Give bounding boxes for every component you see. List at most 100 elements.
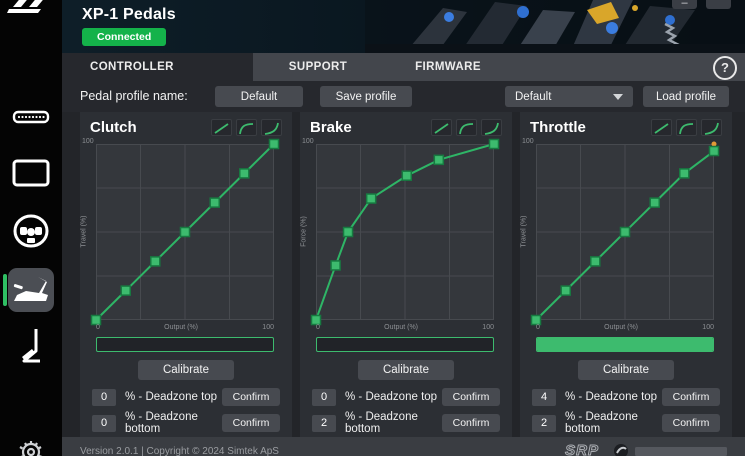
deadzone-bottom-value[interactable]: 0: [92, 415, 116, 432]
deadzone-bottom-confirm-button[interactable]: Confirm: [442, 414, 500, 432]
deadzone-top-confirm-button[interactable]: Confirm: [222, 388, 280, 406]
deadzone-bottom-confirm-button[interactable]: Confirm: [222, 414, 280, 432]
tab-support[interactable]: SUPPORT: [253, 53, 383, 81]
curve-preset-linear-button[interactable]: [211, 119, 232, 136]
convex-curve-icon: [483, 122, 500, 135]
footer-logos: SRP: [565, 442, 733, 456]
profile-select-value: Default: [515, 91, 551, 103]
deadzone-top-value[interactable]: 0: [92, 389, 116, 406]
minimize-button[interactable]: –: [672, 0, 697, 9]
x-axis-min-tick: 0: [96, 324, 100, 331]
panel-brake: Brake 100 Force (%) 0: [300, 112, 512, 437]
deadzone-bottom-label: % - Deadzone bottom: [345, 411, 442, 435]
calibrate-button[interactable]: Calibrate: [358, 360, 454, 380]
x-axis-max-tick: 100: [702, 324, 714, 331]
linear-curve-icon: [213, 122, 230, 135]
pedal-baseplate-icon: [12, 109, 50, 125]
throttle-curve-chart[interactable]: [536, 144, 714, 320]
sidebar-item-baseplate[interactable]: [0, 104, 62, 130]
steering-wheel-icon: [11, 214, 51, 248]
pedal-panels: Clutch 100 Travel (%): [80, 112, 732, 437]
footer: Version 2.0.1 | Copyright © 2024 Simtek …: [62, 437, 745, 456]
panel-clutch: Clutch 100 Travel (%): [80, 112, 292, 437]
load-profile-button[interactable]: Load profile: [643, 86, 729, 107]
sidebar-item-pedal[interactable]: [0, 326, 62, 368]
x-axis-min-tick: 0: [536, 324, 540, 331]
deadzone-top-value[interactable]: 0: [312, 389, 336, 406]
close-button[interactable]: [706, 0, 731, 9]
deadzone-bottom-confirm-button[interactable]: Confirm: [662, 414, 720, 432]
x-axis-label: Output (%): [604, 324, 638, 331]
curve-preset-convex-button[interactable]: [701, 119, 722, 136]
chart-zone: 100 Travel (%) 0 Output (%) 100: [520, 136, 732, 346]
y-axis-label: Travel (%): [81, 202, 88, 262]
deadzone-top-confirm-button[interactable]: Confirm: [662, 388, 720, 406]
sidebar-item-settings[interactable]: [0, 436, 62, 456]
brake-curve-chart[interactable]: [316, 144, 494, 320]
app-window: XP-1 Pedals Connected – CONTROLLER SUPPO…: [0, 0, 745, 456]
deadzone-top-confirm-button[interactable]: Confirm: [442, 388, 500, 406]
curve-preset-concave-button[interactable]: [456, 119, 477, 136]
concave-curve-icon: [458, 122, 475, 135]
sidebar-item-sim-rig[interactable]: [0, 272, 62, 308]
sidebar: [0, 0, 62, 456]
convex-curve-icon: [703, 122, 720, 135]
status-badge: Connected: [82, 28, 166, 46]
curve-preset-convex-button[interactable]: [261, 119, 282, 136]
chart-zone: 100 Force (%) 0 Output (%) 100: [300, 136, 512, 346]
curve-preset-linear-button[interactable]: [431, 119, 452, 136]
panel-title: Clutch: [90, 119, 137, 136]
chevron-down-icon: [613, 94, 623, 100]
calibrate-button[interactable]: Calibrate: [138, 360, 234, 380]
input-level-bar: [316, 337, 494, 352]
deadzone-bottom-value[interactable]: 2: [312, 415, 336, 432]
deadzone-bottom-value[interactable]: 2: [532, 415, 556, 432]
x-axis-label: Output (%): [384, 324, 418, 331]
pedal-icon: [16, 327, 46, 367]
profile-name-field[interactable]: Default: [215, 86, 303, 107]
tab-firmware[interactable]: FIRMWARE: [383, 53, 513, 81]
curve-preset-concave-button[interactable]: [676, 119, 697, 136]
curve-preset-convex-button[interactable]: [481, 119, 502, 136]
profile-select-dropdown[interactable]: Default: [505, 86, 633, 107]
deadzone-top-label: % - Deadzone top: [125, 391, 222, 403]
page-title: XP-1 Pedals: [82, 6, 176, 24]
deadzone-bottom-label: % - Deadzone bottom: [125, 411, 222, 435]
x-axis-min-tick: 0: [316, 324, 320, 331]
x-axis-max-tick: 100: [262, 324, 274, 331]
y-axis-max-tick: 100: [522, 138, 534, 145]
help-icon[interactable]: ?: [713, 56, 737, 80]
brand-logo-icon: [7, 0, 55, 25]
y-axis-label: Force (%): [301, 202, 308, 262]
concave-curve-icon: [678, 122, 695, 135]
calibrate-button[interactable]: Calibrate: [578, 360, 674, 380]
panel-throttle: Throttle 100 Travel (%): [520, 112, 732, 437]
x-axis-max-tick: 100: [482, 324, 494, 331]
sidebar-item-steering-wheel[interactable]: [0, 212, 62, 250]
panel-title: Throttle: [530, 119, 586, 136]
panel-title: Brake: [310, 119, 352, 136]
linear-curve-icon: [433, 122, 450, 135]
curve-preset-linear-button[interactable]: [651, 119, 672, 136]
monitor-icon: [12, 159, 50, 187]
y-axis-label: Travel (%): [521, 202, 528, 262]
convex-curve-icon: [263, 122, 280, 135]
linear-curve-icon: [653, 122, 670, 135]
deadzone-bottom-label: % - Deadzone bottom: [565, 411, 662, 435]
gear-icon: [16, 436, 46, 456]
sidebar-item-monitor[interactable]: [0, 158, 62, 188]
curve-preset-concave-button[interactable]: [236, 119, 257, 136]
srp-logo: SRP: [565, 442, 599, 456]
deadzone-top-label: % - Deadzone top: [565, 391, 662, 403]
y-axis-max-tick: 100: [302, 138, 314, 145]
input-level-fill: [537, 338, 713, 351]
tab-controller[interactable]: CONTROLLER: [62, 53, 253, 81]
profile-name-label: Pedal profile name:: [80, 89, 188, 103]
sim-rig-icon: [12, 275, 50, 305]
clutch-curve-chart[interactable]: [96, 144, 274, 320]
deadzone-top-value[interactable]: 4: [532, 389, 556, 406]
input-level-bar: [96, 337, 274, 352]
save-profile-button[interactable]: Save profile: [320, 86, 412, 107]
chart-zone: 100 Travel (%) 0 Output (%) 100: [80, 136, 292, 346]
deadzone-top-label: % - Deadzone top: [345, 391, 442, 403]
